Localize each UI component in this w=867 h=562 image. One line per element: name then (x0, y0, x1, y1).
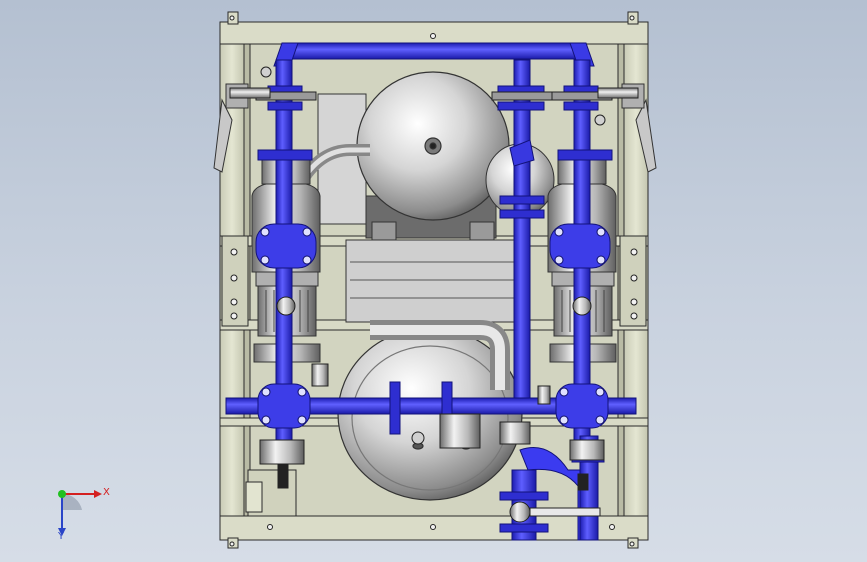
base-foot-left (245, 481, 263, 513)
motor-block (345, 239, 525, 323)
center-riser (513, 59, 531, 411)
x-axis-arrow-icon (94, 490, 102, 498)
cad-viewport[interactable]: X Y (0, 0, 867, 562)
triad-origin (58, 490, 66, 498)
model-view[interactable] (0, 0, 867, 562)
y-axis-label: Y (58, 531, 65, 542)
outlet-valve (509, 501, 531, 523)
right-drain-valve (569, 439, 605, 461)
center-valve (439, 413, 481, 449)
left-drain-valve (259, 439, 305, 465)
x-axis-label: X (103, 487, 110, 498)
right-check-valve (572, 296, 592, 316)
top-rail (219, 21, 649, 45)
axis-triad: X Y (40, 478, 120, 548)
top-header-pipe (281, 42, 583, 60)
upper-tank (356, 71, 510, 221)
left-check-valve (276, 296, 296, 316)
